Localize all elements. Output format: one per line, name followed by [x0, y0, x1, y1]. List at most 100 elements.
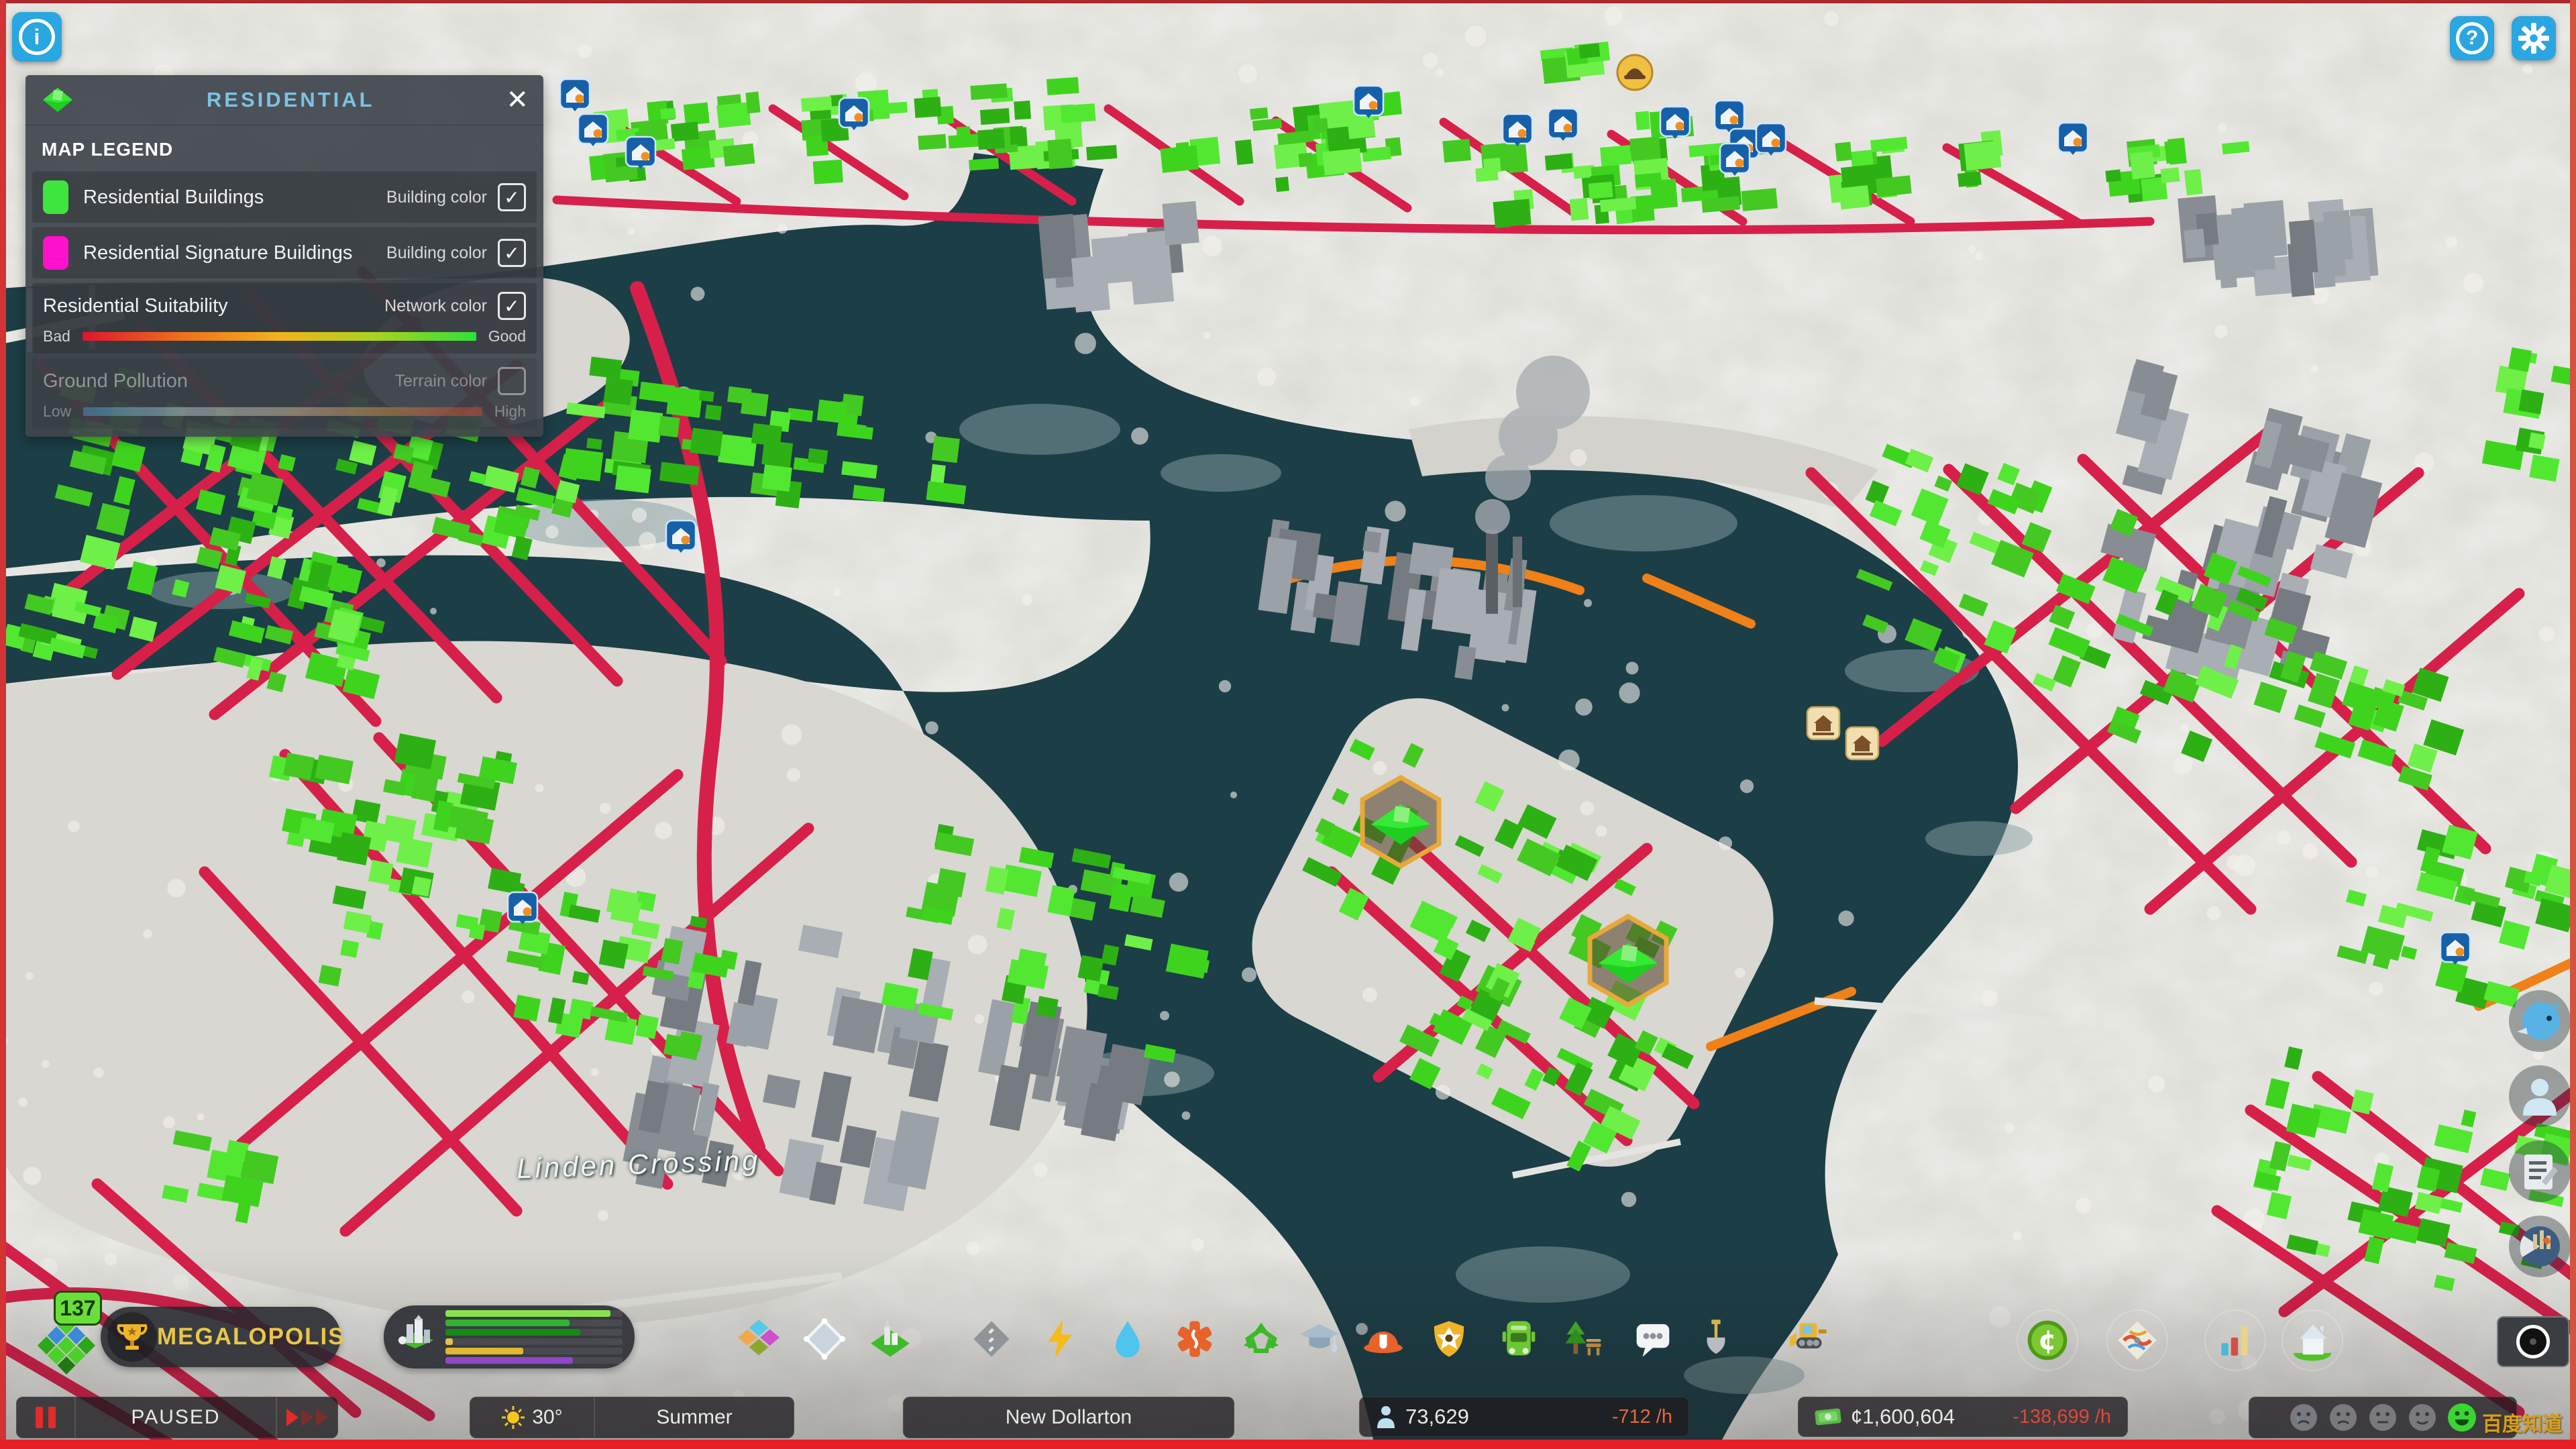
- money-button[interactable]: ¢1,600,604 -138,699 /h: [1798, 1397, 2128, 1437]
- season-label: Summer: [656, 1406, 733, 1428]
- electricity-bolt-icon: [1048, 1320, 1072, 1358]
- abandoned-building-badge[interactable]: [1845, 726, 1880, 761]
- high-rent-badge[interactable]: [1501, 113, 1534, 146]
- police-button[interactable]: [1419, 1309, 1479, 1368]
- demand-city-icon: [397, 1315, 433, 1348]
- scale-good-label: Good: [488, 327, 526, 345]
- landmarks-button[interactable]: [861, 1309, 920, 1368]
- pollution-gradient-bar: [83, 407, 482, 416]
- bar-chart-icon: [2221, 1326, 2248, 1356]
- park-tree-bench-icon: [1565, 1321, 1601, 1356]
- temperature-display: 30°: [470, 1405, 594, 1430]
- roads-icon: [973, 1321, 1010, 1357]
- healthcare-button[interactable]: [1165, 1309, 1224, 1368]
- homeless-notification-icon[interactable]: [1616, 54, 1654, 91]
- journal-button[interactable]: [2509, 1140, 2571, 1202]
- info-icon: i: [19, 19, 55, 55]
- high-rent-badge[interactable]: [577, 113, 609, 146]
- camera-lens-icon: [2516, 1325, 2550, 1358]
- chirper-bird-icon: [2517, 1002, 2561, 1040]
- fire-rescue-button[interactable]: [1354, 1309, 1413, 1368]
- parks-recreation-button[interactable]: [1554, 1309, 1613, 1368]
- high-rent-badge[interactable]: [2439, 931, 2471, 965]
- milestone-button[interactable]: MEGALOPOLIS: [101, 1307, 344, 1367]
- journal-notes-icon: [2524, 1155, 2558, 1189]
- close-icon[interactable]: ✕: [506, 87, 529, 113]
- demand-bar-office: [445, 1357, 623, 1364]
- map-legend-heading: MAP LEGEND: [42, 139, 174, 160]
- signature-zone-marker[interactable]: [1587, 913, 1669, 1008]
- water-sewage-button[interactable]: [1098, 1309, 1157, 1368]
- high-rent-badge[interactable]: [1547, 107, 1579, 141]
- green-swatch: [43, 180, 68, 214]
- pause-button[interactable]: [17, 1407, 74, 1428]
- map-infoviews-button[interactable]: [2106, 1309, 2168, 1371]
- settings-button[interactable]: [2512, 16, 2556, 60]
- panel-title: RESIDENTIAL: [206, 88, 375, 111]
- high-rent-badge[interactable]: [559, 78, 591, 111]
- statistics-pie-icon: [2520, 1226, 2560, 1267]
- population-button[interactable]: 73,629 -712 /h: [1359, 1397, 1689, 1437]
- economy-button[interactable]: ¢: [2017, 1309, 2078, 1371]
- demand-bar-residential-medium: [445, 1320, 623, 1326]
- scale-low-label: Low: [43, 402, 72, 420]
- recycle-icon: [1243, 1322, 1279, 1354]
- housing-overview-button[interactable]: [2282, 1309, 2343, 1371]
- scale-bad-label: Bad: [43, 327, 70, 345]
- statistics-button[interactable]: [2509, 1216, 2571, 1277]
- abandoned-building-badge[interactable]: [1806, 706, 1841, 741]
- mode-label: Building color: [386, 243, 487, 262]
- residential-zone-icon: [43, 88, 72, 112]
- photo-mode-button[interactable]: [2497, 1316, 2569, 1367]
- chirper-button[interactable]: [2509, 990, 2571, 1052]
- landmark-buildings-icon: [871, 1320, 910, 1357]
- education-button[interactable]: [1290, 1309, 1349, 1368]
- transportation-button[interactable]: [1489, 1309, 1548, 1368]
- communications-button[interactable]: [1623, 1309, 1682, 1368]
- suitability-checkbox[interactable]: ✓: [498, 292, 526, 320]
- electricity-button[interactable]: [1030, 1309, 1089, 1368]
- police-shield-icon: [1434, 1321, 1464, 1357]
- chat-bubble-icon: [1636, 1324, 1670, 1357]
- demand-bars: [445, 1310, 623, 1364]
- high-rent-badge[interactable]: [1352, 85, 1385, 118]
- high-rent-badge[interactable]: [1659, 105, 1691, 139]
- demand-button[interactable]: [384, 1305, 635, 1368]
- high-rent-badge[interactable]: [2057, 121, 2089, 155]
- residential-buildings-checkbox[interactable]: ✓: [498, 183, 526, 211]
- high-rent-badge[interactable]: [506, 891, 539, 924]
- population-icon: [1377, 1406, 1395, 1428]
- ground-pollution-checkbox[interactable]: [498, 367, 526, 395]
- milestone-label: MEGALOPOLIS: [157, 1324, 345, 1350]
- demand-bar-commercial: [445, 1338, 623, 1345]
- row-label: Residential Suitability: [43, 294, 228, 317]
- zones-button[interactable]: [729, 1309, 788, 1368]
- speed-button[interactable]: [277, 1409, 337, 1426]
- lifepath-button[interactable]: [2509, 1065, 2571, 1127]
- help-button[interactable]: ?: [2450, 16, 2494, 60]
- roads-button[interactable]: [962, 1309, 1021, 1368]
- infoviews-button[interactable]: i: [12, 12, 62, 62]
- happiness-widget[interactable]: [2249, 1397, 2517, 1438]
- high-rent-badge[interactable]: [625, 136, 657, 169]
- signature-zone-marker[interactable]: [1360, 774, 1442, 869]
- city-statistics-button[interactable]: [2204, 1309, 2266, 1371]
- bus-icon: [1502, 1321, 1536, 1356]
- fire-helmet-icon: [1364, 1331, 1403, 1354]
- panel-header: RESIDENTIAL ✕: [25, 75, 543, 125]
- face-sad-icon: [2330, 1404, 2357, 1431]
- simulation-speed-control: PAUSED: [16, 1397, 338, 1438]
- landscaping-button[interactable]: [1686, 1309, 1746, 1368]
- bulldoze-button[interactable]: [1781, 1309, 1840, 1368]
- signature-areas-button[interactable]: [795, 1309, 854, 1368]
- trophy-icon: [117, 1324, 148, 1350]
- high-rent-badge[interactable]: [1719, 142, 1751, 176]
- legend-row-suitability: Residential Suitability Network color ✓ …: [32, 282, 537, 354]
- signature-buildings-checkbox[interactable]: ✓: [498, 239, 526, 267]
- high-rent-badge[interactable]: [665, 519, 697, 553]
- high-rent-badge[interactable]: [838, 97, 870, 130]
- play-speed-icon: [286, 1409, 299, 1426]
- city-name-button[interactable]: New Dollarton: [903, 1397, 1234, 1438]
- high-rent-badge[interactable]: [1755, 122, 1787, 156]
- garbage-button[interactable]: [1232, 1309, 1291, 1368]
